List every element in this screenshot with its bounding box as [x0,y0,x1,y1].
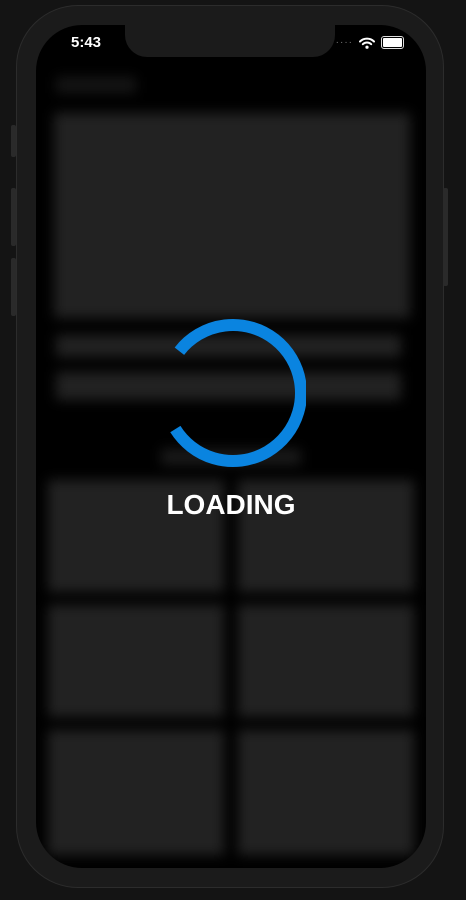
signal-dots-icon: ···· [335,37,353,48]
status-time: 5:43 [71,34,102,51]
volume-up-button [11,188,16,246]
loading-spinner-icon [159,319,306,467]
loading-label: LOADING [166,489,296,520]
wifi-icon [359,37,375,49]
power-button [443,188,448,286]
mute-switch [11,125,16,157]
volume-down-button [11,258,16,316]
screen: 5:43 ···· LOADING [36,25,426,868]
notch [125,25,335,57]
battery-icon [381,36,404,49]
